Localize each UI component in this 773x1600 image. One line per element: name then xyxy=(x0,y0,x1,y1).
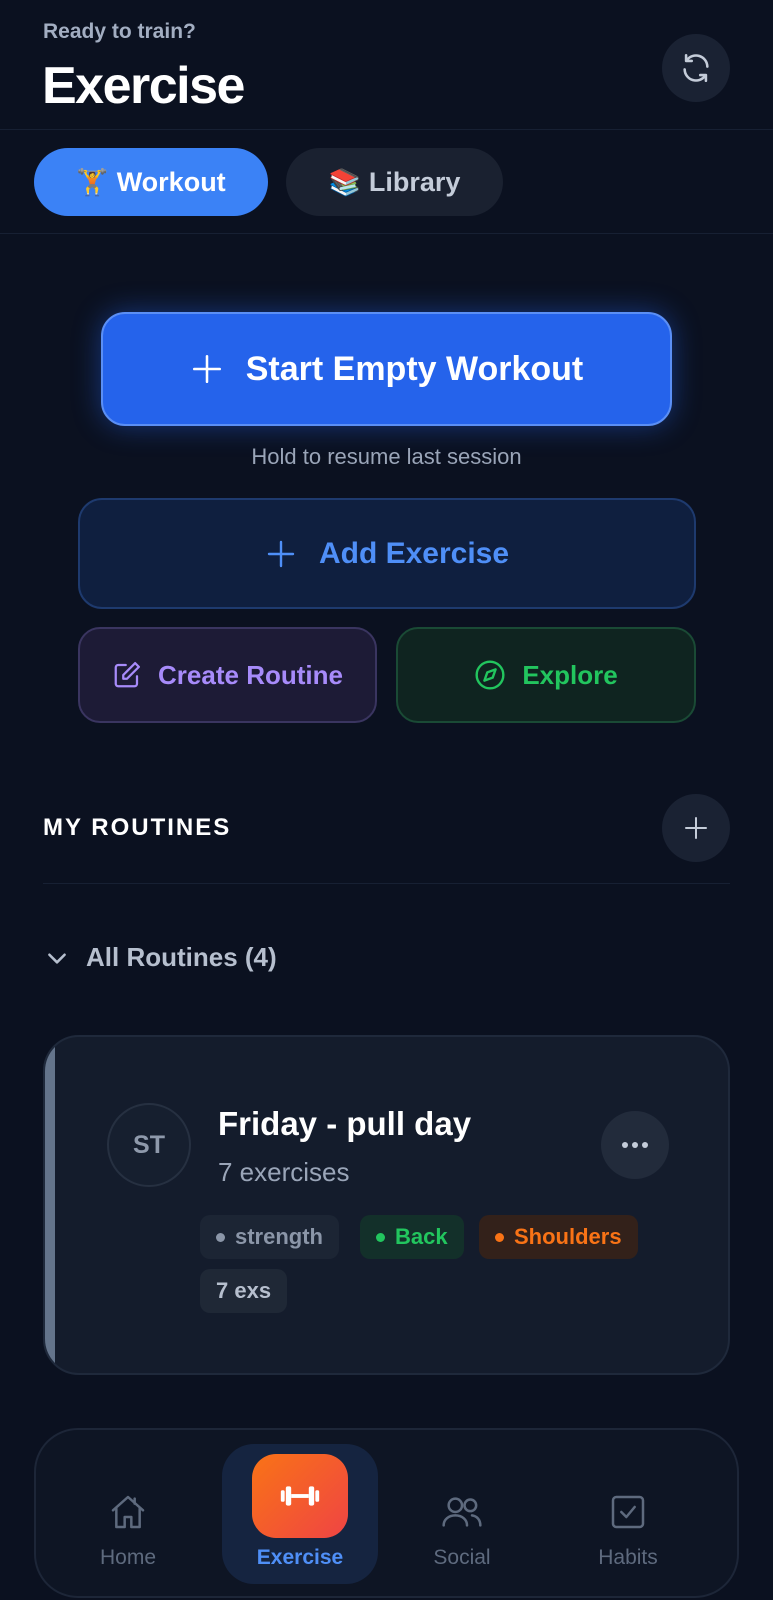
plus-icon xyxy=(267,540,295,567)
routine-more-button[interactable] xyxy=(601,1111,669,1179)
tag-label: Shoulders xyxy=(514,1224,622,1249)
more-dots-icon xyxy=(642,1142,648,1148)
nav-social-label: Social xyxy=(433,1546,491,1569)
tag-exercise-count: 7 exs xyxy=(200,1269,288,1313)
tag-dot xyxy=(216,1232,225,1242)
tab-library[interactable]: 📚 Library xyxy=(286,148,503,216)
tab-workout-label: Workout xyxy=(116,166,226,197)
tag-label: strength xyxy=(235,1224,323,1249)
plus-icon xyxy=(192,354,221,384)
all-routines-label: All Routines (4) xyxy=(86,942,277,972)
more-dots-icon xyxy=(632,1142,638,1148)
section-title-routines: MY ROUTINES xyxy=(43,814,232,841)
dumbbell-icon xyxy=(280,1486,320,1506)
weightlifter-icon: 🏋️ xyxy=(76,166,109,197)
explore-button[interactable]: Explore xyxy=(396,627,696,723)
nav-social[interactable]: Social xyxy=(392,1444,532,1584)
checkbox-icon xyxy=(611,1495,645,1529)
all-routines-toggle[interactable]: All Routines (4) xyxy=(44,942,277,973)
tab-library-label: Library xyxy=(368,166,461,197)
routine-exercise-count: 7 exercises xyxy=(218,1157,350,1187)
add-routine-button[interactable] xyxy=(662,794,730,862)
nav-exercise-label: Exercise xyxy=(256,1546,344,1569)
sync-icon xyxy=(683,53,709,83)
books-icon: 📚 xyxy=(328,166,361,197)
exercise-screen: Ready to train? Exercise 🏋️ Workout 📚 Li… xyxy=(0,0,773,1600)
sync-button[interactable] xyxy=(662,34,730,102)
header: Ready to train? Exercise xyxy=(0,0,773,130)
plus-icon xyxy=(685,817,707,839)
nav-home-label: Home xyxy=(99,1546,157,1569)
routine-card[interactable]: ST Friday - pull day 7 exercises strengt… xyxy=(43,1035,730,1375)
edit-icon xyxy=(114,662,141,688)
routine-name: Friday - pull day xyxy=(218,1105,472,1142)
tag-strength: strength xyxy=(200,1215,339,1259)
start-empty-workout-label: Start Empty Workout xyxy=(245,349,584,388)
chevron-down-icon xyxy=(48,952,66,964)
users-icon xyxy=(442,1497,482,1527)
tab-workout[interactable]: 🏋️ Workout xyxy=(34,148,268,216)
tab-bar: 🏋️ Workout 📚 Library xyxy=(0,130,773,234)
tag-shoulders: Shoulders xyxy=(479,1215,638,1259)
nav-habits[interactable]: Habits xyxy=(558,1444,698,1584)
more-dots-icon xyxy=(622,1142,628,1148)
add-exercise-label: Add Exercise xyxy=(318,536,510,570)
page-title: Exercise xyxy=(42,57,245,115)
nav-habits-label: Habits xyxy=(598,1546,658,1569)
create-routine-label: Create Routine xyxy=(158,659,343,690)
tag-dot xyxy=(376,1232,385,1242)
nav-exercise[interactable]: Exercise xyxy=(222,1444,378,1584)
resume-hint: Hold to resume last session xyxy=(251,444,522,469)
routine-avatar: ST xyxy=(107,1103,191,1187)
compass-icon xyxy=(475,660,505,690)
exercise-active-chip xyxy=(252,1454,348,1538)
add-exercise-button[interactable]: Add Exercise xyxy=(78,498,696,609)
greeting-text: Ready to train? xyxy=(43,20,196,43)
nav-home[interactable]: Home xyxy=(58,1444,198,1584)
card-accent-bar xyxy=(45,1037,55,1373)
create-routine-button[interactable]: Create Routine xyxy=(78,627,377,723)
home-icon xyxy=(111,1495,145,1529)
section-divider xyxy=(43,883,730,884)
tag-label: 7 exs xyxy=(216,1278,272,1303)
bottom-nav: Home Exercise Social Habits xyxy=(34,1428,739,1598)
tag-dot xyxy=(495,1232,504,1242)
start-empty-workout-button[interactable]: Start Empty Workout xyxy=(101,312,672,426)
tag-back: Back xyxy=(360,1215,464,1259)
tag-label: Back xyxy=(395,1224,448,1249)
explore-label: Explore xyxy=(522,659,618,690)
